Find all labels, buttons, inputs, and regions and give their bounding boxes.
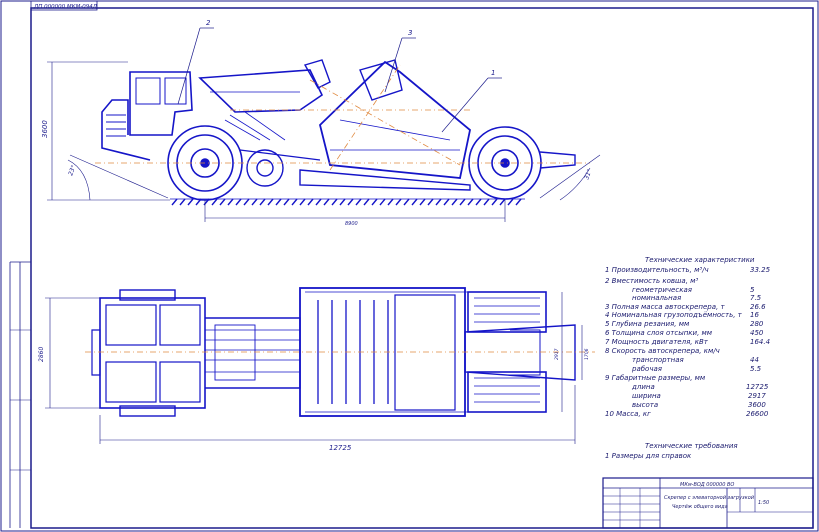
gooseneck — [198, 69, 324, 113]
spec-row-label: 10 Масса, кг — [605, 410, 651, 418]
dim-angle-front: 23° — [67, 164, 77, 176]
spec-row-label: 3 Полная масса автоскрепера, т — [605, 303, 725, 311]
spec-row-label: номинальная — [632, 294, 681, 302]
specs-heading: Технические характеристики — [645, 256, 755, 264]
callout-3: 3 — [408, 29, 412, 37]
spec-row-value: 5 — [750, 286, 755, 294]
spec-row-value: 26600 — [746, 410, 769, 418]
dim-bowl-width: 2917 — [554, 348, 560, 360]
spec-row-value: 16 — [750, 311, 759, 319]
ground-hatch — [171, 198, 522, 206]
dim-top-length: 12725 — [329, 444, 352, 452]
spec-row-value: 2917 — [748, 392, 766, 400]
spec-row-label: 6 Толщина слоя отсыпки, мм — [605, 329, 713, 337]
spec-row-label: 8 Скорость автоскрепера, км/ч — [605, 347, 720, 355]
elevator-bowl — [319, 60, 471, 179]
top-dimensions — [45, 292, 583, 444]
title-block-code: МКм-ВОД 000000 ВО — [680, 482, 734, 488]
hitch-wheel — [246, 149, 284, 187]
spec-row-value: 44 — [750, 356, 759, 364]
side-view — [101, 59, 576, 206]
spec-row-value: 12725 — [746, 383, 769, 391]
spec-row-label: 2 Вместимость ковша, м³ — [605, 277, 698, 285]
dim-inner: 1706 — [584, 348, 590, 360]
spec-row-label: 1 Производительность, м³/ч — [605, 266, 709, 274]
spec-row-value: 33.25 — [750, 266, 771, 274]
spec-row-label: длина — [631, 383, 655, 391]
spec-row-value: 3600 — [748, 401, 766, 409]
spec-row-value: 450 — [750, 329, 764, 337]
title-block-name: Скрепер с элеваторной загрузкой — [664, 495, 755, 501]
spec-row-value: 280 — [750, 320, 764, 328]
engine-hood — [101, 99, 151, 161]
title-block-scale: 1:50 — [758, 500, 769, 506]
dim-height: 3600 — [41, 120, 49, 138]
spec-row-label: 9 Габаритные размеры, мм — [605, 374, 706, 382]
spec-row-label: высота — [632, 401, 658, 409]
dim-wheelbase: 8900 — [345, 221, 358, 227]
spec-row-value: 164.4 — [750, 338, 770, 346]
dim-top-width: 2860 — [38, 347, 45, 362]
spec-row-label: геометрическая — [632, 286, 692, 294]
spec-row-value: 26.6 — [750, 303, 766, 311]
spec-row-label: рабочая — [631, 365, 662, 373]
tractor-top — [99, 297, 206, 409]
title-block: МКм-ВОД 000000 ВО Скрепер с элеваторной … — [602, 477, 814, 529]
rear-wheel — [468, 126, 542, 200]
drawing-sheet: ДП 000000 МКМ-094Д 3600 8900 23° 31° 2 3… — [0, 0, 819, 532]
spec-row-label: 4 Номинальная грузоподъёмность, т — [605, 311, 743, 319]
requirement-item: 1 Размеры для справок — [605, 452, 692, 460]
callout-1: 1 — [491, 69, 495, 77]
callout-2: 2 — [206, 19, 211, 27]
spec-row-label: 7 Мощность двигателя, кВт — [605, 338, 709, 346]
title-block-subtitle: Чертёж общего вида — [672, 504, 728, 510]
spec-row-label: 5 Глубина резания, мм — [605, 320, 690, 328]
specs-table: Технические характеристики 1 Производите… — [605, 256, 771, 460]
spec-row-label: транспортная — [632, 356, 684, 364]
requirements-heading: Технические требования — [645, 442, 738, 450]
spec-row-value: 5.5 — [750, 365, 762, 373]
dim-angle-rear: 31° — [583, 168, 593, 180]
spec-row-label: ширина — [632, 392, 661, 400]
spec-row-value: 7.5 — [750, 294, 762, 302]
corner-stamp: ДП 000000 МКМ-094Д — [33, 4, 98, 10]
